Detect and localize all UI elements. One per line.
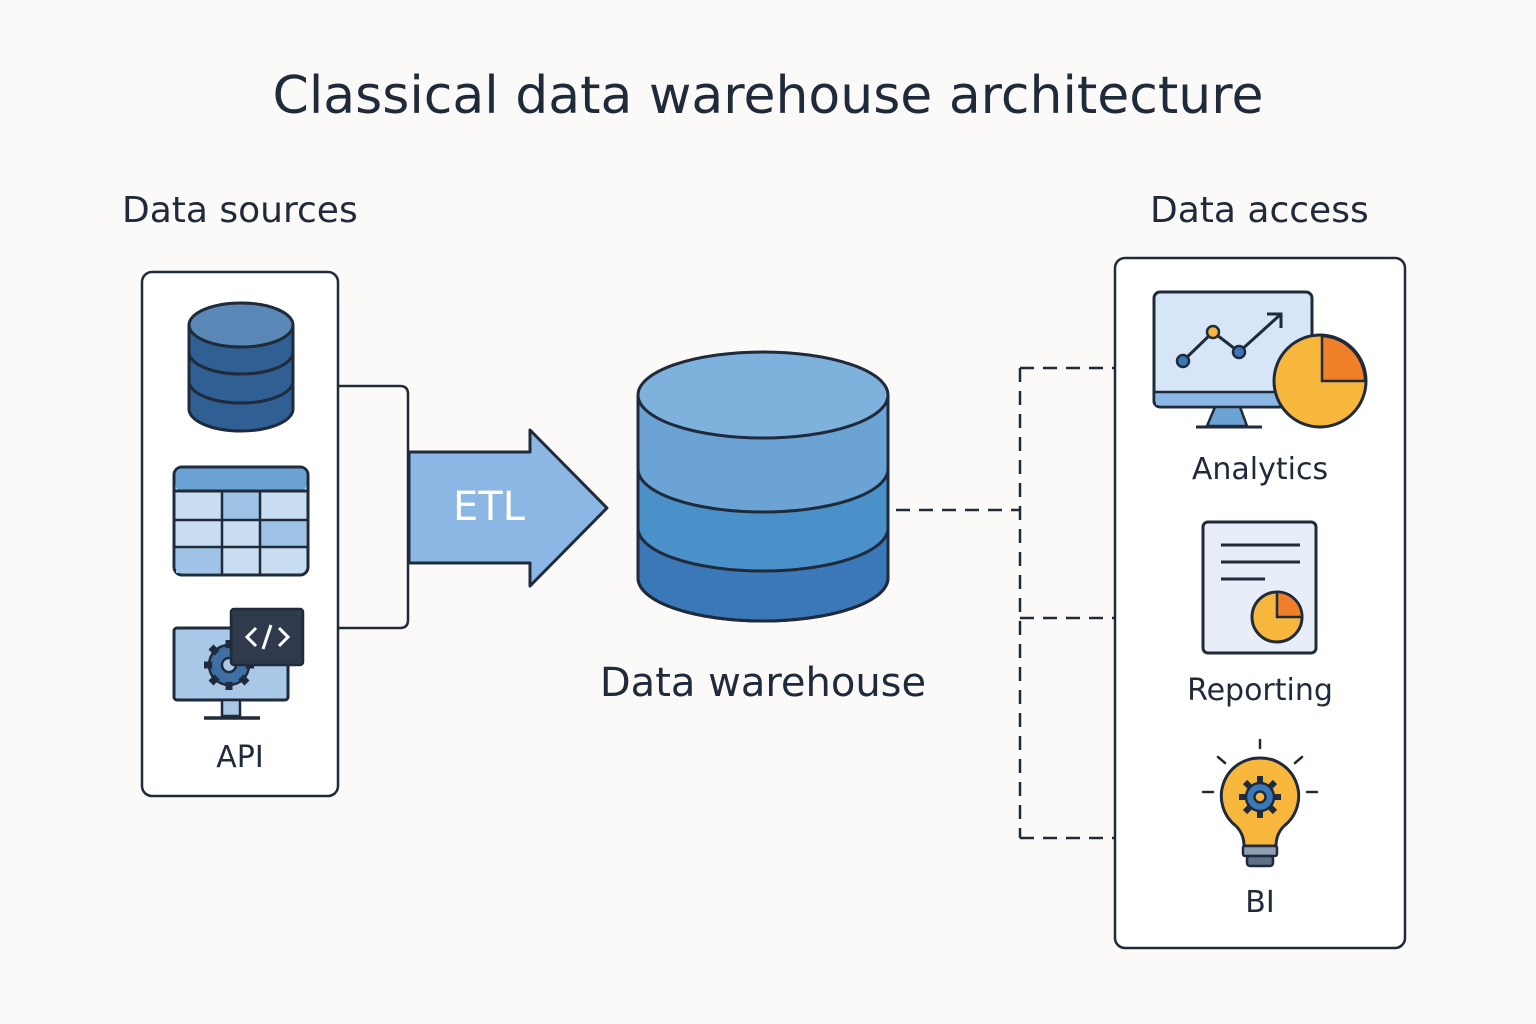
warehouse-cylinder-icon [636,350,890,623]
code-window-icon [229,607,305,667]
pie-chart-icon [1272,333,1368,429]
data-access-heading: Data access [1150,190,1369,231]
report-icon [1201,520,1318,655]
etl-label: ETL [453,484,525,530]
diagram-stage: Classical data warehouse architecture Da… [0,0,1536,1024]
data-warehouse-label: Data warehouse [599,660,927,706]
database-icon [187,301,295,433]
access-connectors [896,366,1115,840]
diagram-title: Classical data warehouse architecture [272,66,1264,126]
analytics-label: Analytics [1191,452,1329,487]
table-icon [172,465,310,577]
bi-label: BI [1245,885,1275,920]
api-label: API [216,740,264,775]
architecture-diagram [140,256,1407,950]
data-sources-heading: Data sources [122,190,358,231]
bulb-gear-icon [1239,776,1281,818]
sources-connector [338,384,410,630]
reporting-label: Reporting [1187,673,1333,708]
